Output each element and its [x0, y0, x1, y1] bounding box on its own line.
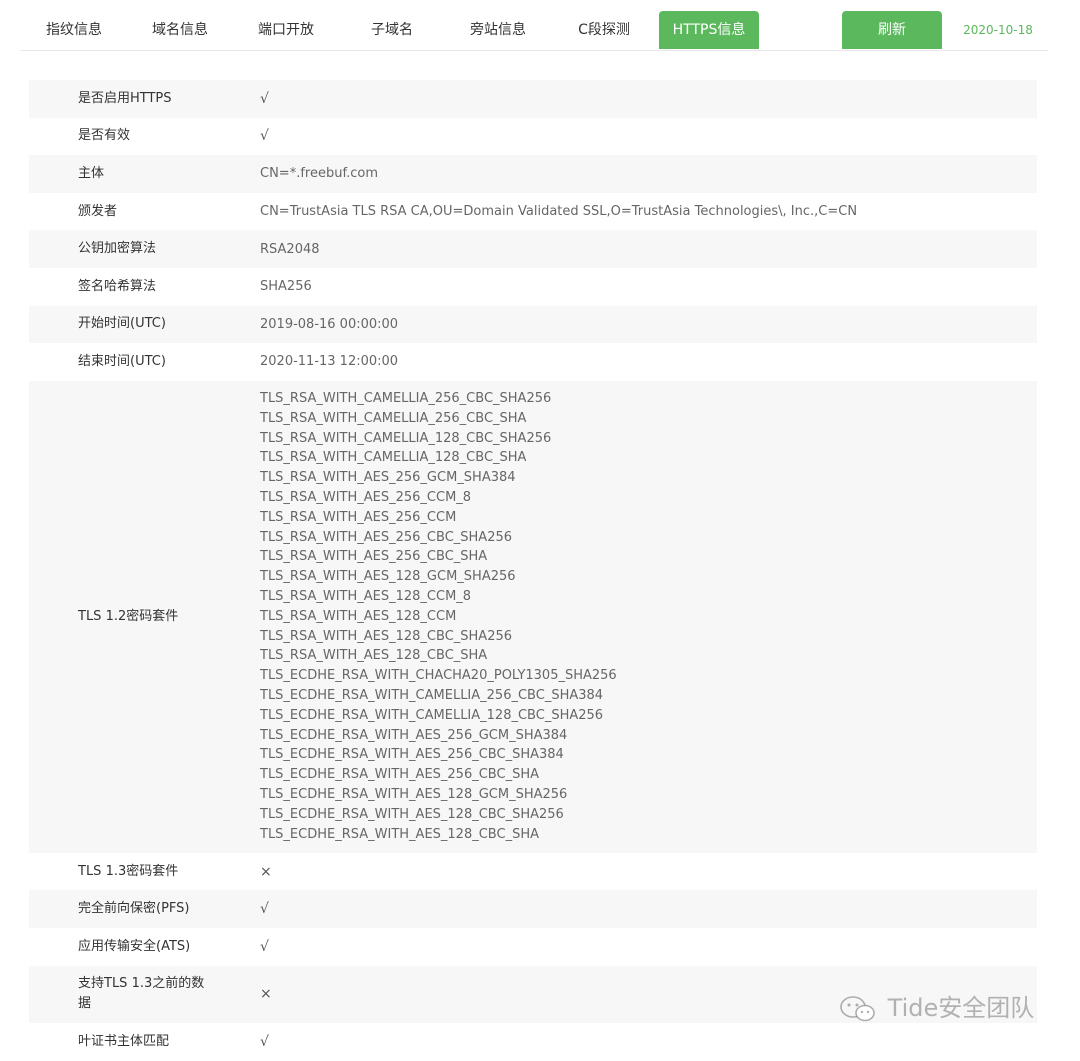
tab-https[interactable]: HTTPS信息 — [659, 11, 759, 49]
value-pfs: √ — [260, 901, 1037, 917]
row-end-time: 结束时间(UTC) 2020-11-13 12:00:00 — [29, 343, 1037, 381]
cipher-suite-item: TLS_RSA_WITH_AES_128_CCM — [260, 608, 457, 624]
label-start-time: 开始时间(UTC) — [78, 316, 166, 332]
check-icon: √ — [260, 1033, 269, 1050]
cross-icon: × — [260, 863, 272, 880]
row-valid: 是否有效 √ — [29, 118, 1037, 156]
value-issuer: CN=TrustAsia TLS RSA CA,OU=Domain Valida… — [260, 204, 858, 220]
cipher-suite-item: TLS_ECDHE_RSA_WITH_AES_128_GCM_SHA256 — [260, 787, 568, 803]
cipher-suite-item: TLS_ECDHE_RSA_WITH_AES_128_CBC_SHA256 — [260, 806, 564, 822]
watermark: Tide安全团队 — [838, 988, 1034, 1028]
watermark-text: Tide安全团队 — [887, 994, 1035, 1022]
value-end-time: 2020-11-13 12:00:00 — [260, 354, 399, 370]
value-pubkey-algo: RSA2048 — [260, 241, 320, 257]
label-pubkey-algo: 公钥加密算法 — [78, 241, 157, 257]
tab-subdomain[interactable]: 子域名 — [338, 11, 446, 49]
cipher-suite-item: TLS_RSA_WITH_AES_256_CCM — [260, 509, 457, 525]
check-icon: √ — [260, 938, 269, 955]
row-ats: 应用传输安全(ATS) √ — [29, 928, 1037, 966]
cipher-suite-item: TLS_RSA_WITH_AES_128_CCM_8 — [260, 589, 472, 605]
wechat-icon — [838, 994, 888, 1022]
label-pfs: 完全前向保密(PFS) — [78, 901, 190, 917]
cipher-suite-item: TLS_ECDHE_RSA_WITH_AES_256_CBC_SHA — [260, 767, 539, 783]
row-tls13-suites: TLS 1.3密码套件 × — [29, 853, 1037, 891]
row-issuer: 颁发者 CN=TrustAsia TLS RSA CA,OU=Domain Va… — [29, 193, 1037, 231]
label-pre-tls13-data: 支持TLS 1.3之前的数据 — [78, 976, 205, 1012]
cross-icon: × — [260, 986, 272, 1003]
cipher-suite-item: TLS_RSA_WITH_AES_256_CBC_SHA256 — [260, 529, 513, 545]
row-pfs: 完全前向保密(PFS) √ — [29, 890, 1037, 928]
value-sig-hash-algo: SHA256 — [260, 279, 312, 295]
row-leaf-subject-match: 叶证书主体匹配 √ — [29, 1023, 1037, 1061]
label-issuer: 颁发者 — [78, 203, 118, 219]
value-subject: CN=*.freebuf.com — [260, 166, 378, 182]
check-icon: √ — [260, 128, 269, 145]
cipher-suite-item: TLS_RSA_WITH_AES_256_GCM_SHA384 — [260, 470, 516, 486]
cipher-suite-item: TLS_ECDHE_RSA_WITH_CAMELLIA_256_CBC_SHA3… — [260, 688, 604, 704]
row-pubkey-algo: 公钥加密算法 RSA2048 — [29, 230, 1037, 268]
tab-c-segment[interactable]: C段探测 — [550, 11, 658, 49]
label-end-time: 结束时间(UTC) — [78, 353, 166, 369]
row-tls12-suites: TLS 1.2密码套件 TLS_RSA_WITH_CAMELLIA_256_CB… — [29, 380, 1037, 853]
label-leaf-subject-match: 叶证书主体匹配 — [78, 1033, 170, 1049]
cipher-suite-item: TLS_RSA_WITH_AES_128_GCM_SHA256 — [260, 569, 516, 585]
tab-fingerprint[interactable]: 指纹信息 — [20, 11, 128, 49]
cipher-suite-item: TLS_ECDHE_RSA_WITH_CAMELLIA_128_CBC_SHA2… — [260, 707, 604, 723]
cipher-suite-item: TLS_RSA_WITH_AES_256_CBC_SHA — [260, 549, 488, 565]
row-https-enabled: 是否启用HTTPS √ — [29, 80, 1037, 118]
value-leaf-subject-match: √ — [260, 1034, 1037, 1050]
tab-domain[interactable]: 域名信息 — [126, 11, 234, 49]
cipher-suite-item: TLS_RSA_WITH_CAMELLIA_256_CBC_SHA — [260, 410, 527, 426]
cipher-suite-item: TLS_RSA_WITH_AES_256_CCM_8 — [260, 490, 472, 506]
https-info-table: 是否启用HTTPS √ 是否有效 √ 主体 CN=*.freebuf.com 颁… — [29, 80, 1037, 1061]
value-tls13-suites: × — [260, 864, 1037, 880]
check-icon: √ — [260, 901, 269, 918]
date-label: 2020-10-18 — [963, 23, 1033, 37]
value-tls12-suites: TLS_RSA_WITH_CAMELLIA_256_CBC_SHA256 TLS… — [260, 389, 1037, 844]
value-start-time: 2019-08-16 00:00:00 — [260, 316, 399, 332]
label-tls13-suites: TLS 1.3密码套件 — [78, 863, 179, 879]
cipher-suite-item: TLS_RSA_WITH_CAMELLIA_256_CBC_SHA256 — [260, 391, 552, 407]
value-valid: √ — [260, 128, 1037, 144]
refresh-button[interactable]: 刷新 — [842, 11, 942, 49]
label-subject: 主体 — [78, 165, 105, 181]
row-sig-hash-algo: 签名哈希算法 SHA256 — [29, 268, 1037, 306]
cipher-suite-item: TLS_RSA_WITH_CAMELLIA_128_CBC_SHA — [260, 450, 527, 466]
value-https-enabled: √ — [260, 91, 1037, 107]
cipher-suite-item: TLS_ECDHE_RSA_WITH_AES_256_CBC_SHA384 — [260, 747, 564, 763]
row-start-time: 开始时间(UTC) 2019-08-16 00:00:00 — [29, 305, 1037, 344]
label-tls12-suites: TLS 1.2密码套件 — [78, 608, 179, 624]
cipher-suite-item: TLS_RSA_WITH_AES_128_CBC_SHA256 — [260, 628, 513, 644]
cipher-suite-item: TLS_RSA_WITH_CAMELLIA_128_CBC_SHA256 — [260, 430, 552, 446]
label-valid: 是否有效 — [78, 128, 131, 144]
value-ats: √ — [260, 939, 1037, 955]
cipher-suite-item: TLS_ECDHE_RSA_WITH_CHACHA20_POLY1305_SHA… — [260, 668, 617, 684]
tab-ports[interactable]: 端口开放 — [232, 11, 340, 49]
label-ats: 应用传输安全(ATS) — [78, 938, 191, 954]
tab-sidesite[interactable]: 旁站信息 — [444, 11, 552, 49]
cipher-suite-item: TLS_ECDHE_RSA_WITH_AES_128_CBC_SHA — [260, 826, 539, 842]
row-subject: 主体 CN=*.freebuf.com — [29, 155, 1037, 193]
tab-bar: 指纹信息 域名信息 端口开放 子域名 旁站信息 C段探测 HTTPS信息 刷新 … — [20, 0, 1048, 51]
cipher-suite-item: TLS_RSA_WITH_AES_128_CBC_SHA — [260, 648, 488, 664]
cipher-suite-item: TLS_ECDHE_RSA_WITH_AES_256_GCM_SHA384 — [260, 727, 568, 743]
check-icon: √ — [260, 90, 269, 107]
label-sig-hash-algo: 签名哈希算法 — [78, 278, 157, 294]
label-https-enabled: 是否启用HTTPS — [78, 90, 172, 106]
